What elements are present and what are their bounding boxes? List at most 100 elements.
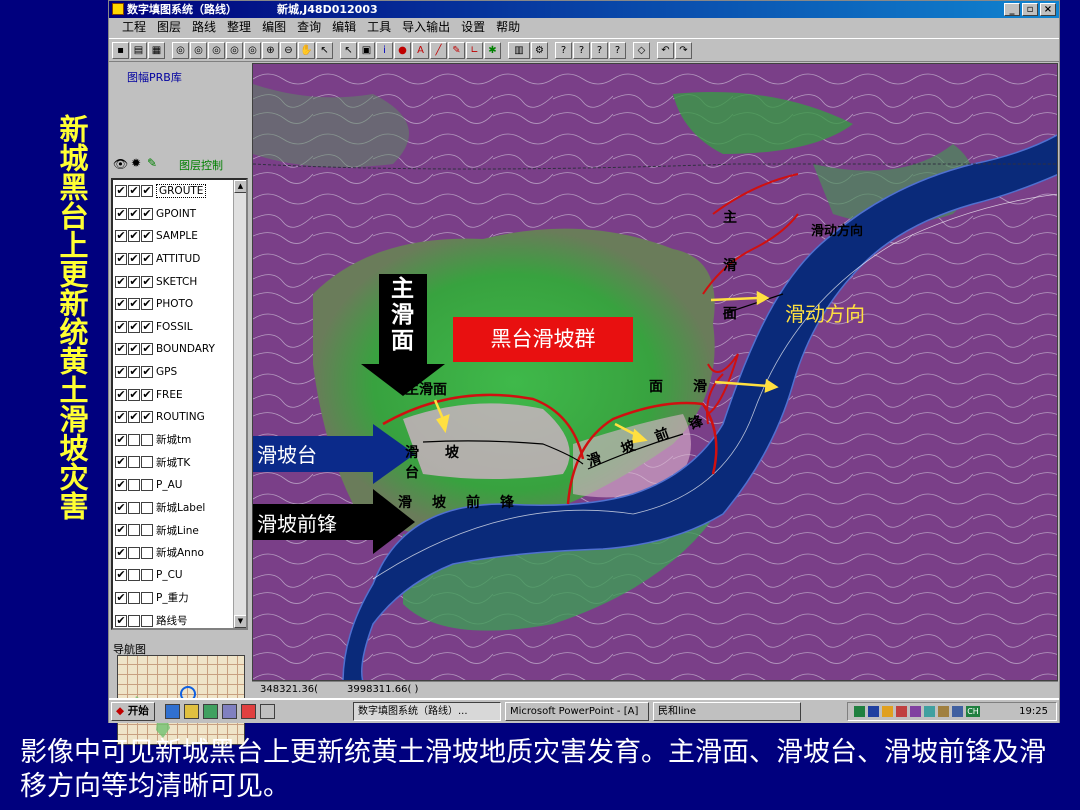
- save-icon[interactable]: ▪: [112, 41, 129, 59]
- query-line-icon[interactable]: ?: [591, 41, 608, 59]
- layer-checkbox[interactable]: [141, 614, 153, 627]
- pencil-icon[interactable]: ✎: [147, 156, 157, 170]
- settings-icon[interactable]: ⚙: [531, 41, 548, 59]
- start-button[interactable]: ◆ 开始: [111, 702, 155, 721]
- layer-checkbox[interactable]: ✔: [141, 298, 153, 311]
- layer-checkbox[interactable]: ✔: [128, 253, 140, 266]
- layer-checkbox[interactable]: ✔: [115, 433, 127, 446]
- layer-checkbox[interactable]: [128, 456, 140, 469]
- menu-help[interactable]: 帮助: [491, 18, 526, 37]
- line-icon[interactable]: ╱: [430, 41, 447, 59]
- open-icon[interactable]: ▤: [130, 41, 147, 59]
- layer-checkbox[interactable]: ✔: [115, 524, 127, 537]
- menu-query[interactable]: 查询: [292, 18, 327, 37]
- layer-checkbox[interactable]: [128, 479, 140, 492]
- map-view[interactable]: 主滑面 黑台滑坡群 滑坡台 滑坡前锋 滑动方向 滑动方向 主滑面 主滑面 滑坡台…: [252, 63, 1058, 681]
- pointer-icon[interactable]: ↖: [340, 41, 357, 59]
- layer-checkbox[interactable]: ✔: [115, 411, 127, 424]
- menu-organize[interactable]: 整理: [222, 18, 257, 37]
- layer-row[interactable]: ✔ ✔ ✔ GPS: [113, 361, 246, 384]
- layer-checkbox[interactable]: [141, 524, 153, 537]
- menu-edit[interactable]: 编辑: [327, 18, 362, 37]
- task-powerpoint[interactable]: Microsoft PowerPoint - [A]: [505, 702, 649, 721]
- location-icon[interactable]: [241, 704, 256, 719]
- layer-checkbox[interactable]: [141, 479, 153, 492]
- layer-checkbox[interactable]: ✔: [115, 388, 127, 401]
- layer-checkbox[interactable]: ✔: [115, 591, 127, 604]
- layer-checkbox[interactable]: ✔: [115, 275, 127, 288]
- tray-speaker-icon[interactable]: [854, 706, 865, 717]
- layer-checkbox[interactable]: ✔: [141, 207, 153, 220]
- zoom-center-icon[interactable]: ◎: [226, 41, 243, 59]
- layer-checkbox[interactable]: ✔: [128, 230, 140, 243]
- tray-app4-icon[interactable]: [952, 706, 963, 717]
- layer-row[interactable]: ✔ 新城Anno: [113, 542, 246, 565]
- task-digital-mapping[interactable]: 数字填图系统（路线）...: [353, 702, 501, 721]
- zoom-window-icon[interactable]: ◎: [190, 41, 207, 59]
- layer-row[interactable]: ✔ ✔ ✔ GPOINT: [113, 203, 246, 226]
- layer-checkbox[interactable]: ✔: [141, 411, 153, 424]
- layer-checkbox[interactable]: ✔: [115, 479, 127, 492]
- tray-app3-icon[interactable]: [938, 706, 949, 717]
- outlook-icon[interactable]: [184, 704, 199, 719]
- layer-row[interactable]: ✔ P_CU: [113, 564, 246, 587]
- layer-checkbox[interactable]: [128, 524, 140, 537]
- desktop-icon[interactable]: [203, 704, 218, 719]
- layer-checkbox[interactable]: ✔: [141, 366, 153, 379]
- layer-row[interactable]: ✔ 新城TK: [113, 451, 246, 474]
- layer-checkbox[interactable]: ✔: [115, 185, 127, 198]
- layer-row[interactable]: ✔ ✔ ✔ PHOTO: [113, 293, 246, 316]
- layer-list[interactable]: ✔ ✔ ✔ GROUTE ✔ ✔ ✔ GPOINT ✔ ✔ ✔ SAMPLE ✔ ✔ ✔ ATTITUD ✔ ✔ ✔…: [111, 178, 248, 630]
- zoom-full-icon[interactable]: ◎: [208, 41, 225, 59]
- eye-icon[interactable]: 👁: [113, 157, 128, 171]
- menu-import-export[interactable]: 导入输出: [397, 18, 456, 37]
- map-library-label[interactable]: 图幅PRB库: [127, 69, 182, 85]
- layer-row[interactable]: ✔ 新城Label: [113, 496, 246, 519]
- angle-icon[interactable]: ∟: [466, 41, 483, 59]
- layer-row[interactable]: ✔ P_重力: [113, 587, 246, 610]
- layer-checkbox[interactable]: ✔: [115, 456, 127, 469]
- layer-checkbox[interactable]: [141, 569, 153, 582]
- text-icon[interactable]: A: [412, 41, 429, 59]
- layer-row[interactable]: ✔ ✔ ✔ FOSSIL: [113, 316, 246, 339]
- layer-row[interactable]: ✔ 新城tm: [113, 429, 246, 452]
- restore-button[interactable]: ▫: [1022, 3, 1038, 16]
- layer-checkbox[interactable]: ✔: [141, 230, 153, 243]
- undo-icon[interactable]: ↶: [657, 41, 674, 59]
- pan-hand-icon[interactable]: ✋: [298, 41, 315, 59]
- menu-route[interactable]: 路线: [187, 18, 222, 37]
- info-icon[interactable]: i: [376, 41, 393, 59]
- layer-row[interactable]: ✔ ✔ ✔ SAMPLE: [113, 225, 246, 248]
- tray-network-icon[interactable]: [868, 706, 879, 717]
- layer-checkbox[interactable]: ✔: [115, 320, 127, 333]
- layer-checkbox[interactable]: ✔: [115, 207, 127, 220]
- layer-table-icon[interactable]: ▥: [508, 41, 530, 59]
- layer-checkbox[interactable]: ✔: [115, 501, 127, 514]
- layer-list-scrollbar[interactable]: ▲ ▼: [233, 180, 246, 628]
- layer-checkbox[interactable]: ✔: [128, 275, 140, 288]
- layer-row[interactable]: ✔ ✔ ✔ FREE: [113, 383, 246, 406]
- query-area-icon[interactable]: ?: [609, 41, 626, 59]
- layer-checkbox[interactable]: ✔: [115, 230, 127, 243]
- layer-checkbox[interactable]: [141, 546, 153, 559]
- layer-checkbox[interactable]: [128, 546, 140, 559]
- layer-checkbox[interactable]: ✔: [115, 253, 127, 266]
- layer-checkbox[interactable]: ✔: [141, 388, 153, 401]
- layer-row[interactable]: ✔ ✔ ✔ ATTITUD: [113, 248, 246, 271]
- layer-checkbox[interactable]: [128, 501, 140, 514]
- menu-tools[interactable]: 工具: [362, 18, 397, 37]
- layer-checkbox[interactable]: [141, 456, 153, 469]
- layer-checkbox[interactable]: [128, 569, 140, 582]
- layer-row[interactable]: ✔ P_AU: [113, 474, 246, 497]
- layer-row[interactable]: ✔ 新城Line: [113, 519, 246, 542]
- layer-checkbox[interactable]: ✔: [128, 388, 140, 401]
- layer-checkbox[interactable]: ✔: [115, 298, 127, 311]
- layer-checkbox[interactable]: ✔: [128, 207, 140, 220]
- layer-checkbox[interactable]: ✔: [115, 569, 127, 582]
- layer-checkbox[interactable]: ✔: [128, 320, 140, 333]
- ime-indicator[interactable]: CH: [966, 706, 980, 717]
- layer-row[interactable]: ✔ ✔ ✔ GROUTE: [113, 180, 246, 203]
- layer-checkbox[interactable]: ✔: [128, 411, 140, 424]
- scroll-up-icon[interactable]: ▲: [234, 180, 246, 193]
- layer-checkbox[interactable]: ✔: [141, 343, 153, 356]
